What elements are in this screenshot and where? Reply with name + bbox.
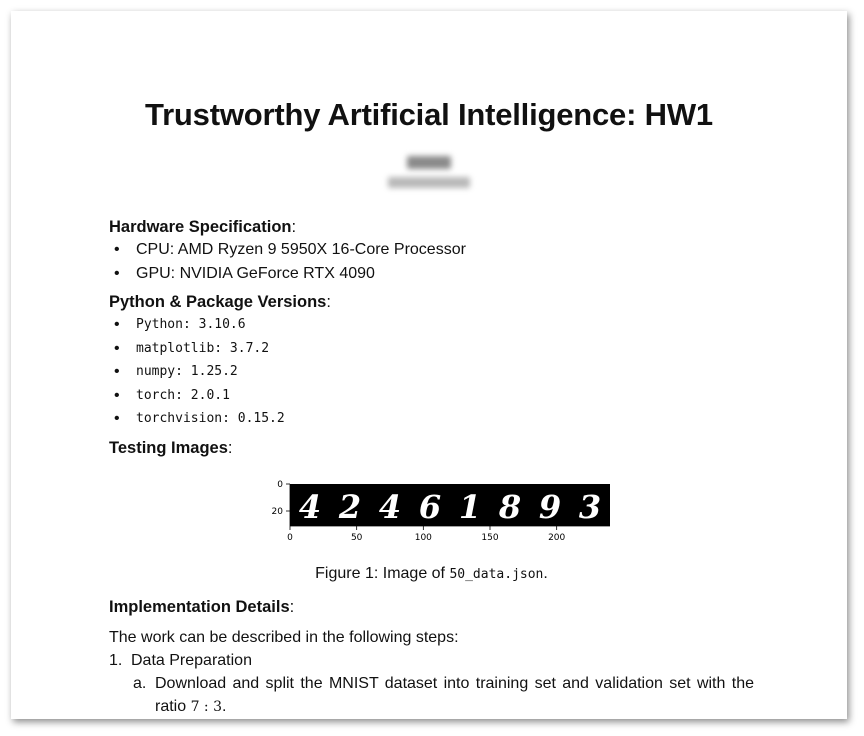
step-number: 1.: [109, 651, 123, 669]
substep-item: a. Download and split the MNIST dataset …: [109, 672, 754, 719]
figure-caption: Figure 1: Image of 50_data.json.: [315, 564, 548, 582]
bullet-icon: •: [114, 264, 120, 282]
x-tick-label: 50: [351, 533, 363, 543]
substep-text-end: .: [222, 697, 227, 715]
substep-number: a.: [133, 674, 147, 692]
ratio-math: 7 : 3: [190, 698, 223, 715]
x-tick-label: 150: [481, 533, 498, 543]
list-item: • matplotlib: 3.7.2: [109, 337, 754, 361]
bullet-icon: •: [114, 316, 120, 333]
author-name-redacted: [407, 156, 451, 169]
y-tick-label: 20: [272, 507, 284, 517]
list-item: • CPU: AMD Ryzen 9 5950X 16-Core Processo…: [109, 238, 754, 262]
document-title: Trustworthy Artificial Intelligence: HW1: [145, 97, 713, 132]
digit-glyph: 9: [539, 488, 561, 526]
y-tick-label: 0: [277, 480, 283, 490]
document-page: Trustworthy Artificial Intelligence: HW1…: [11, 11, 847, 719]
bullet-icon: •: [114, 241, 120, 258]
digit-glyph: 8: [498, 488, 521, 526]
hardware-heading: Hardware Specification:: [109, 218, 297, 236]
digit-glyph: 2: [338, 488, 361, 526]
list-item: • numpy: 1.25.2: [109, 360, 754, 384]
x-tick-label: 0: [287, 533, 293, 543]
digit-glyph: 6: [419, 488, 441, 526]
bullet-icon: •: [114, 339, 120, 357]
digit-glyph: 4: [299, 488, 321, 526]
bullet-icon: •: [114, 386, 120, 404]
bullet-icon: •: [114, 410, 120, 427]
testing-heading: Testing Images:: [109, 438, 233, 457]
figure-mnist-strip: 42461893 0 20 0 50 100 150 200: [109, 467, 754, 563]
implementation-heading: Implementation Details:: [109, 597, 295, 616]
list-item: • torch: 2.0.1: [109, 384, 754, 408]
implementation-intro: The work can be described in the followi…: [109, 628, 459, 646]
document-body: Hardware Specification: • CPU: AMD Ryzen …: [109, 216, 754, 719]
list-item: • torchvision: 0.15.2: [109, 407, 754, 431]
step-label: Data Preparation: [131, 651, 252, 669]
step-item: 1. Data Preparation: [109, 649, 754, 672]
mnist-digit-strip: 42461893 0 20 0 50 100 150 200: [272, 480, 610, 543]
list-item: • Python: 3.10.6: [109, 313, 754, 337]
versions-heading: Python & Package Versions:: [109, 293, 331, 311]
digit-glyph: 4: [379, 488, 401, 526]
bullet-icon: •: [114, 363, 120, 380]
x-tick-label: 200: [548, 533, 565, 543]
author-email-redacted: [388, 177, 470, 188]
list-item: • GPU: NVIDIA GeForce RTX 4090: [109, 262, 754, 286]
versions-list: • Python: 3.10.6 • matplotlib: 3.7.2 • nump…: [109, 313, 754, 431]
hardware-list: • CPU: AMD Ryzen 9 5950X 16-Core Processo…: [109, 238, 754, 285]
x-tick-label: 100: [415, 533, 432, 543]
digit-glyph: 3: [579, 488, 601, 526]
digit-glyph: 1: [459, 488, 481, 526]
substep-text: Download and split the MNIST dataset int…: [155, 674, 754, 715]
